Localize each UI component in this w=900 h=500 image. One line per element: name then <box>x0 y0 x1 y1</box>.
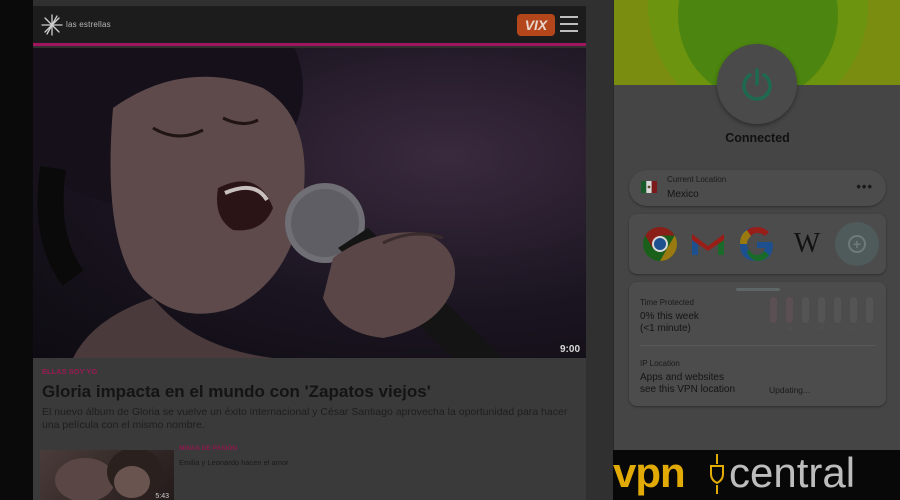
more-options-icon[interactable]: ••• <box>856 179 873 194</box>
site-logo-text[interactable]: las estrellas <box>66 20 111 29</box>
gmail-icon[interactable] <box>686 222 730 266</box>
divider <box>640 345 876 346</box>
add-shortcut-button[interactable]: + <box>835 222 879 266</box>
star-logo-icon[interactable] <box>41 14 63 36</box>
location-card[interactable]: Current Location Mexico ••• <box>629 170 886 206</box>
power-button[interactable] <box>717 44 797 124</box>
day-bar-wed <box>818 297 825 323</box>
wikipedia-icon[interactable]: W <box>785 222 829 266</box>
day-bar-mon <box>786 297 793 323</box>
day-bar-fri <box>850 297 857 323</box>
related-video-duration: 5:43 <box>155 493 169 500</box>
stats-card: Time Protected 0% this week (<1 minute) … <box>629 282 886 406</box>
article-kicker[interactable]: ELLAS SOY YO <box>42 367 97 376</box>
shortcuts-card: W + <box>629 214 886 274</box>
time-protected-line2: (<1 minute) <box>640 323 691 334</box>
screen: las estrellas VIX 9:00 ELLAS SOY YO Glor… <box>0 0 900 500</box>
time-protected-line1: 0% this week <box>640 311 699 322</box>
hero-image <box>33 48 503 358</box>
power-icon <box>742 68 772 101</box>
day-bar-sun <box>770 297 777 323</box>
vpn-app: Connected Current Location Mexico ••• W … <box>613 0 900 450</box>
article-headline[interactable]: Gloria impacta en el mundo con 'Zapatos … <box>42 382 431 402</box>
day-label: W <box>818 326 825 332</box>
chrome-icon[interactable] <box>638 222 682 266</box>
related-video-thumbnail[interactable]: 5:43 <box>40 450 174 500</box>
shield-icon <box>710 454 724 494</box>
ip-location-value: Apps and websites see this VPN location <box>640 372 735 396</box>
day-label: S <box>771 326 776 332</box>
hero-video[interactable]: 9:00 <box>33 48 586 358</box>
day-bar-thu <box>834 297 841 323</box>
ip-line1: Apps and websites <box>640 372 724 383</box>
watermark-vpn: vpn <box>613 449 686 496</box>
location-value: Mexico <box>667 189 699 200</box>
site-header: las estrellas VIX <box>33 6 586 46</box>
watermark-central: central <box>729 449 856 496</box>
ip-location-label: IP Location <box>640 359 680 368</box>
related-title[interactable]: Emilia y Leonardo hacen el amor <box>179 458 289 467</box>
day-label: T <box>835 326 840 332</box>
google-icon[interactable] <box>735 222 779 266</box>
day-bar-tue <box>802 297 809 323</box>
left-margin <box>0 0 33 500</box>
day-label: F <box>851 326 856 332</box>
connection-status: Connected <box>725 131 790 145</box>
menu-icon[interactable] <box>560 16 578 32</box>
day-label: S <box>867 326 872 332</box>
time-protected-value: 0% this week (<1 minute) <box>640 311 699 335</box>
related-kicker[interactable]: MINAS DE PASIÓN <box>179 445 237 452</box>
add-shortcut-icon: + <box>848 235 866 253</box>
mexico-flag-icon <box>641 181 657 193</box>
news-site: las estrellas VIX 9:00 ELLAS SOY YO Glor… <box>33 0 613 500</box>
time-protected-label: Time Protected <box>640 298 694 307</box>
vpncentral-watermark: vpn central <box>613 450 900 500</box>
article-section: ELLAS SOY YO Gloria impacta en el mundo … <box>33 358 586 500</box>
ip-status: Updating... <box>769 385 811 395</box>
article-summary: El nuevo álbum de Gloria se vuelve un éx… <box>42 406 568 431</box>
vix-button[interactable]: VIX <box>517 14 555 36</box>
day-bar-sat <box>866 297 873 323</box>
ip-line2: see this VPN location <box>640 384 736 395</box>
day-label: M <box>787 326 792 332</box>
related-thumbnail-image <box>55 450 163 500</box>
drag-handle[interactable] <box>736 288 780 291</box>
location-label: Current Location <box>667 175 727 184</box>
day-label: T <box>803 326 808 332</box>
video-duration: 9:00 <box>559 344 580 355</box>
